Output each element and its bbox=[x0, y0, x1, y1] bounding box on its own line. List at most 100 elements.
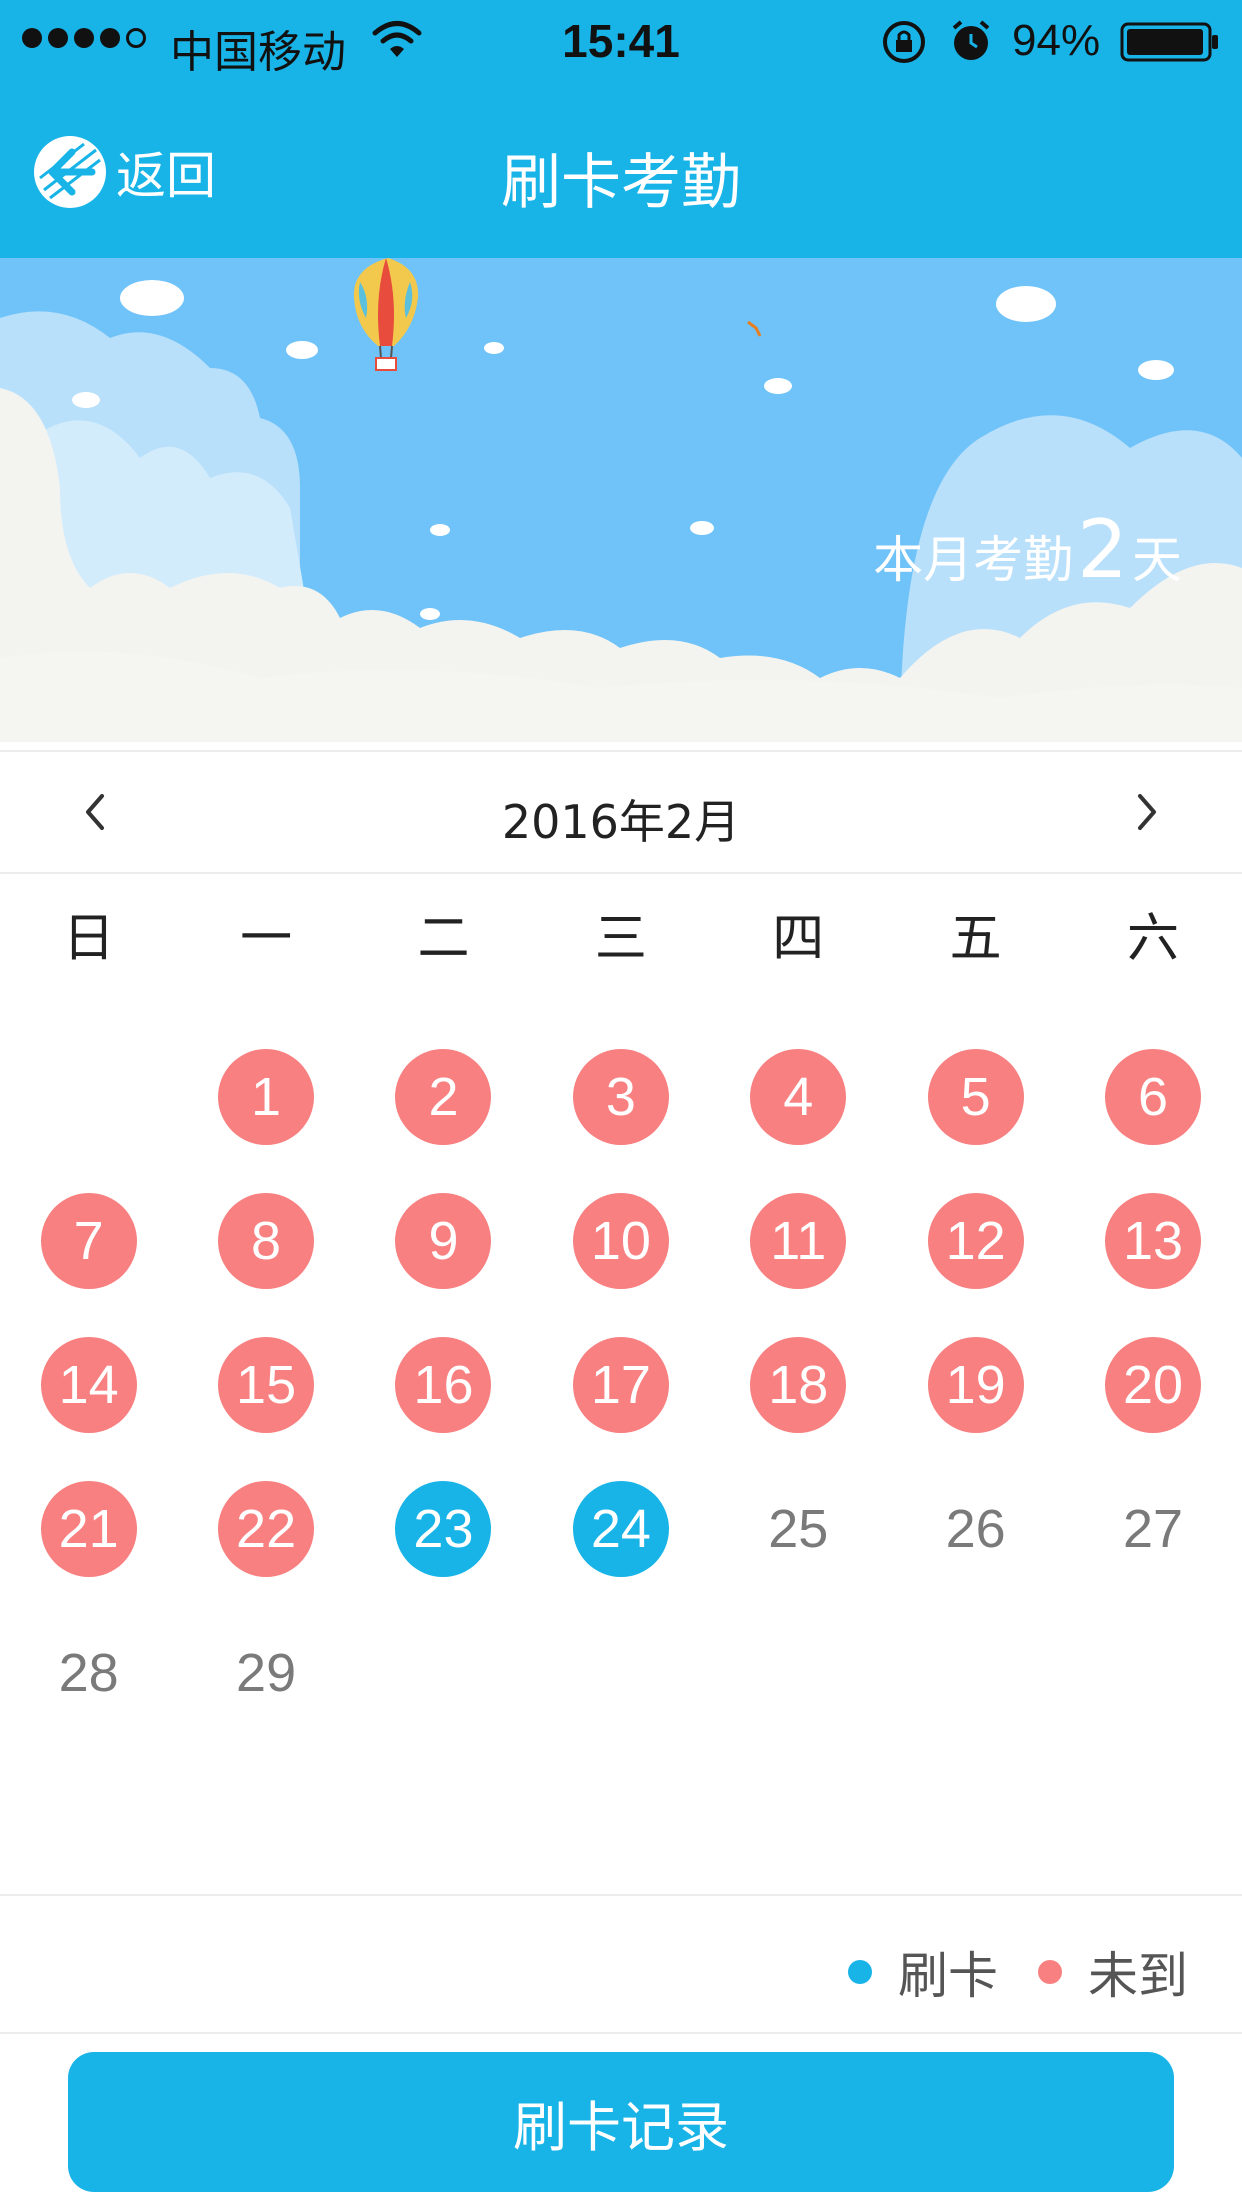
calendar-day-2[interactable]: 2 bbox=[395, 1049, 492, 1145]
calendar-cell: 21 bbox=[0, 1457, 177, 1601]
calendar-day-14[interactable]: 14 bbox=[40, 1337, 137, 1433]
calendar-grid: 1 2 3 4 5 6 7 8 9 10 11 12 13 14 15 16 17 18 19 20 21 22 23 24 2… bbox=[0, 1025, 1242, 1745]
calendar-cell: 17 bbox=[532, 1313, 709, 1457]
calendar-cell: 9 bbox=[355, 1169, 532, 1313]
calendar-week-row: 21 22 23 24 25 26 27 bbox=[0, 1457, 1242, 1601]
calendar-cell: 1 bbox=[177, 1025, 354, 1169]
weekday-label: 日 bbox=[62, 909, 115, 969]
calendar-day-12[interactable]: 12 bbox=[927, 1193, 1024, 1289]
status-bar: 中国移动 15:41 94% bbox=[0, 0, 1242, 82]
calendar-cell bbox=[0, 1025, 177, 1169]
calendar-cell: 12 bbox=[887, 1169, 1064, 1313]
calendar-day-22[interactable]: 22 bbox=[218, 1481, 315, 1577]
calendar-day-17[interactable]: 17 bbox=[572, 1337, 669, 1433]
calendar-day-10[interactable]: 10 bbox=[572, 1193, 669, 1289]
calendar-day-9[interactable]: 9 bbox=[395, 1193, 492, 1289]
legend-punched-label: 刷卡 bbox=[898, 1947, 998, 2005]
calendar-day-4[interactable]: 4 bbox=[750, 1049, 847, 1145]
calendar-day-21[interactable]: 21 bbox=[40, 1481, 137, 1577]
calendar-week-row: 28 29 bbox=[0, 1601, 1242, 1745]
calendar-week-row: 123456 bbox=[0, 1025, 1242, 1169]
battery-icon bbox=[1120, 22, 1218, 62]
calendar-day-7[interactable]: 7 bbox=[40, 1193, 137, 1289]
calendar-cell bbox=[1064, 1601, 1241, 1745]
calendar-day-11[interactable]: 11 bbox=[750, 1193, 847, 1289]
sky-banner: 本月考勤 2 天 bbox=[0, 258, 1242, 742]
calendar-cell: 6 bbox=[1064, 1025, 1241, 1169]
attendance-count: 2 bbox=[1077, 503, 1128, 596]
calendar-day-25[interactable]: 25 bbox=[750, 1481, 846, 1577]
calendar-cell: 18 bbox=[710, 1313, 887, 1457]
calendar-day-15[interactable]: 15 bbox=[218, 1337, 315, 1433]
calendar-day-29[interactable]: 29 bbox=[218, 1625, 314, 1721]
rotation-lock-icon bbox=[883, 21, 925, 63]
legend: 刷卡 未到 bbox=[808, 1936, 1188, 2008]
monthly-attendance-summary: 本月考勤 2 天 bbox=[873, 503, 1182, 596]
legend-absent-label: 未到 bbox=[1088, 1947, 1188, 2005]
calendar-cell bbox=[532, 1601, 709, 1745]
calendar-cell: 14 bbox=[0, 1313, 177, 1457]
month-label: 2016年2月 bbox=[501, 795, 741, 849]
calendar-cell bbox=[710, 1601, 887, 1745]
calendar-day-23[interactable]: 23 bbox=[395, 1481, 492, 1577]
calendar-cell: 3 bbox=[532, 1025, 709, 1169]
alarm-icon bbox=[952, 20, 990, 60]
calendar-cell: 8 bbox=[177, 1169, 354, 1313]
calendar-cell: 23 bbox=[355, 1457, 532, 1601]
calendar-cell: 5 bbox=[887, 1025, 1064, 1169]
calendar-day-8[interactable]: 8 bbox=[218, 1193, 315, 1289]
calendar-cell: 15 bbox=[177, 1313, 354, 1457]
calendar-cell: 16 bbox=[355, 1313, 532, 1457]
calendar-cell: 13 bbox=[1064, 1169, 1241, 1313]
calendar-cell: 20 bbox=[1064, 1313, 1241, 1457]
calendar-day-18[interactable]: 18 bbox=[750, 1337, 847, 1433]
calendar-day-13[interactable]: 13 bbox=[1105, 1193, 1202, 1289]
calendar-cell: 10 bbox=[532, 1169, 709, 1313]
summary-suffix: 天 bbox=[1132, 531, 1182, 589]
swipe-record-button[interactable]: 刷卡记录 bbox=[68, 2052, 1174, 2192]
calendar-month-header: 2016年2月 bbox=[0, 750, 1242, 874]
next-month-icon[interactable] bbox=[1116, 782, 1176, 842]
calendar-day-24[interactable]: 24 bbox=[572, 1481, 669, 1577]
page-title: 刷卡考勤 bbox=[501, 148, 741, 218]
weekday-label: 二 bbox=[417, 909, 470, 969]
app-header: 中国移动 15:41 94% 返回 刷卡考勤 bbox=[0, 0, 1242, 258]
calendar-day-28[interactable]: 28 bbox=[41, 1625, 137, 1721]
legend-bar: 刷卡 未到 bbox=[0, 1894, 1242, 2034]
attendance-page: 中国移动 15:41 94% 返回 刷卡考勤 本月考勤 2 天 2016年2月 … bbox=[0, 0, 1242, 2208]
calendar-cell bbox=[355, 1601, 532, 1745]
punched-dot-icon bbox=[848, 1960, 872, 1984]
calendar-day-3[interactable]: 3 bbox=[572, 1049, 669, 1145]
weekday-label: 四 bbox=[772, 909, 825, 969]
calendar-day-19[interactable]: 19 bbox=[927, 1337, 1024, 1433]
weekday-label: 一 bbox=[240, 909, 293, 969]
calendar-cell: 22 bbox=[177, 1457, 354, 1601]
calendar-week-row: 7 8 9 10 11 12 13 bbox=[0, 1169, 1242, 1313]
weekday-label: 六 bbox=[1127, 909, 1180, 969]
calendar-cell: 2 bbox=[355, 1025, 532, 1169]
calendar-cell: 4 bbox=[710, 1025, 887, 1169]
weekday-header: 日 一 二 三 四 五 六 bbox=[0, 874, 1242, 1004]
calendar-cell: 24 bbox=[532, 1457, 709, 1601]
calendar-cell: 29 bbox=[177, 1601, 354, 1745]
calendar-cell: 19 bbox=[887, 1313, 1064, 1457]
calendar-cell: 27 bbox=[1064, 1457, 1241, 1601]
nav-bar: 返回 刷卡考勤 bbox=[0, 82, 1242, 258]
sky-illustration bbox=[0, 258, 1242, 742]
calendar-day-1[interactable]: 1 bbox=[218, 1049, 315, 1145]
calendar-day-5[interactable]: 5 bbox=[927, 1049, 1024, 1145]
calendar-day-6[interactable]: 6 bbox=[1105, 1049, 1202, 1145]
absent-dot-icon bbox=[1038, 1960, 1062, 1984]
weekday-label: 五 bbox=[949, 909, 1002, 969]
calendar-day-26[interactable]: 26 bbox=[928, 1481, 1024, 1577]
calendar-day-20[interactable]: 20 bbox=[1105, 1337, 1202, 1433]
calendar-week-row: 14 15 16 17 18 19 20 bbox=[0, 1313, 1242, 1457]
calendar-cell: 11 bbox=[710, 1169, 887, 1313]
calendar-cell: 25 bbox=[710, 1457, 887, 1601]
calendar-cell: 7 bbox=[0, 1169, 177, 1313]
weekday-label: 三 bbox=[594, 909, 647, 969]
calendar-cell: 26 bbox=[887, 1457, 1064, 1601]
calendar-day-16[interactable]: 16 bbox=[395, 1337, 492, 1433]
calendar-day-27[interactable]: 27 bbox=[1105, 1481, 1201, 1577]
calendar-cell: 28 bbox=[0, 1601, 177, 1745]
